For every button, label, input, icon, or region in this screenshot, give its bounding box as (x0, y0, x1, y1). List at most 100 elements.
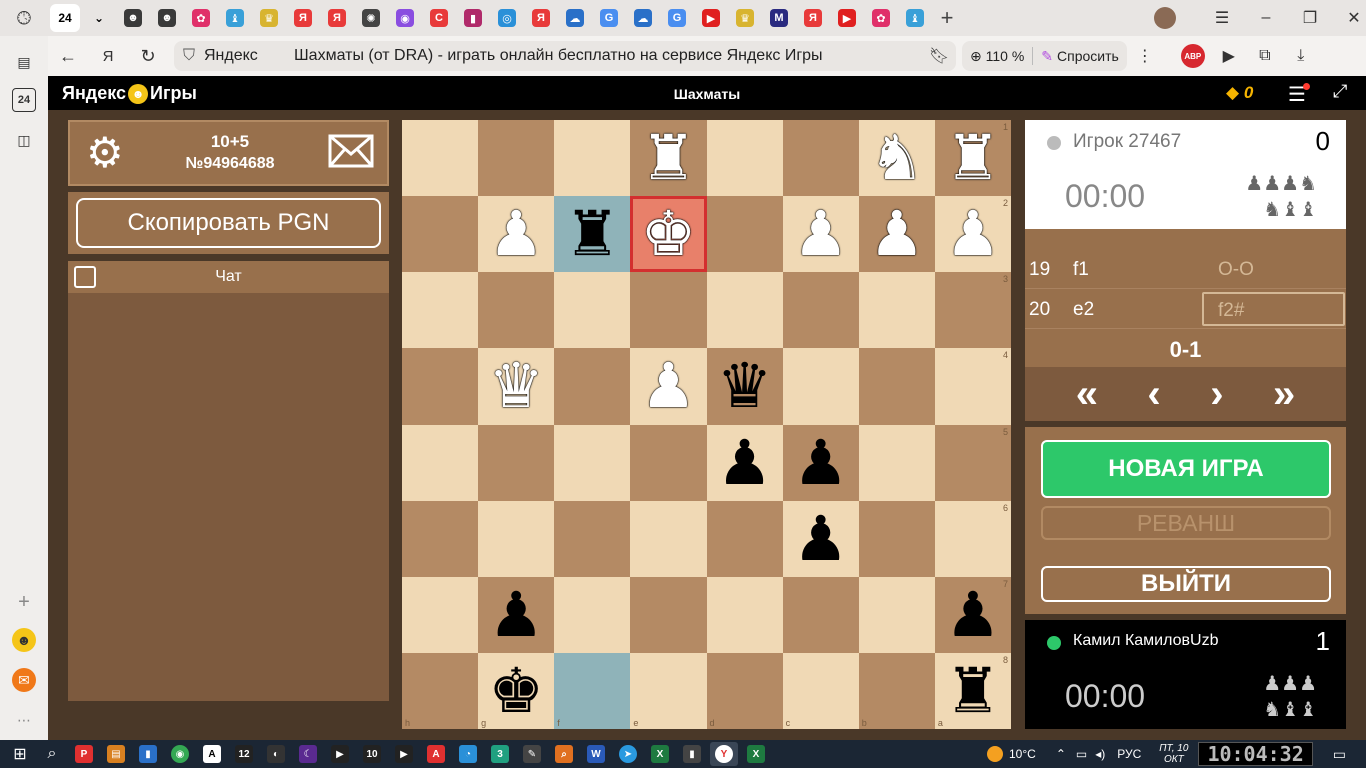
word-icon[interactable]: W (582, 742, 610, 766)
history-icon[interactable]: 🕓︎ (0, 0, 48, 36)
white-rook-icon[interactable]: ♜ (945, 127, 1001, 189)
app-icon[interactable]: ☾ (294, 742, 322, 766)
board-square[interactable]: 5 (934, 424, 1011, 501)
browser-tab[interactable]: ♝ (900, 4, 930, 32)
board-square[interactable]: 2 ♟ (934, 196, 1011, 273)
close-button[interactable]: ✕ (1332, 8, 1366, 28)
board-square[interactable] (554, 576, 631, 653)
chessboard[interactable]: ♜ ♞ 1 ♜ ♟ ♜ ♚ ♟ ♟ 2 ♟ 3 ♛ ♟ ♛ 4 ♟ ♟ 5 ♟ 6 ♟ 7 ♟ h g ♚ f e d c b 8 a ♜ (402, 120, 1011, 729)
app-icon[interactable]: ▮ (134, 742, 162, 766)
board-square[interactable]: 6 (934, 500, 1011, 577)
black-pawn-icon[interactable]: ♟ (793, 507, 849, 570)
board-square[interactable] (478, 120, 555, 197)
screenshot-icon[interactable]: ◫ (12, 128, 36, 152)
board-square[interactable]: e (630, 652, 707, 729)
bookmark-icon[interactable]: 🔖︎ (922, 46, 956, 66)
board-square[interactable] (402, 424, 479, 501)
board-square[interactable] (706, 576, 783, 653)
chrome-icon[interactable]: ◉ (166, 742, 194, 766)
new-game-button[interactable]: НОВАЯ ИГРА (1041, 440, 1331, 498)
board-square[interactable] (630, 272, 707, 349)
board-square[interactable] (554, 120, 631, 197)
board-square[interactable] (478, 424, 555, 501)
board-square[interactable] (554, 424, 631, 501)
black-king-icon[interactable]: ♚ (488, 659, 544, 722)
weather-widget[interactable]: 10°C (987, 746, 1036, 762)
board-square[interactable] (858, 348, 935, 425)
black-pawn-icon[interactable]: ♟ (945, 583, 1001, 646)
board-square[interactable] (402, 576, 479, 653)
board-square[interactable] (402, 348, 479, 425)
chat-checkbox[interactable] (74, 266, 96, 288)
collections-icon[interactable]: ▤ (12, 50, 36, 74)
excel-icon[interactable]: X (646, 742, 674, 766)
app-icon[interactable]: A (198, 742, 226, 766)
hamburger-menu-icon[interactable]: ☰ (1288, 82, 1310, 107)
board-square[interactable]: 7 ♟ (934, 576, 1011, 653)
more-icon[interactable]: ⋯ (12, 708, 36, 732)
chevron-up-icon[interactable]: ⌃ (1056, 747, 1066, 761)
add-panel-icon[interactable]: + (12, 590, 36, 614)
move-row[interactable]: 20 e2 f2# (1025, 289, 1346, 329)
board-square[interactable] (706, 500, 783, 577)
menu-icon[interactable]: ☰ (1200, 8, 1244, 28)
white-pawn-icon[interactable]: ♟ (869, 203, 925, 265)
browser-tab[interactable]: ▶ (696, 4, 726, 32)
board-square[interactable]: 4 (934, 348, 1011, 425)
board-square[interactable] (478, 500, 555, 577)
board-square[interactable] (554, 272, 631, 349)
tab-list-dropdown[interactable]: ⌄ (84, 4, 114, 32)
mail-icon[interactable]: ✉ (12, 668, 36, 692)
black-queen-icon[interactable]: ♛ (717, 355, 773, 417)
board-square[interactable]: 8 a ♜ (934, 652, 1011, 729)
excel-icon[interactable]: X (742, 742, 770, 766)
network-icon[interactable]: ▭ (1076, 747, 1087, 761)
board-square[interactable]: ♜ (630, 120, 707, 197)
board-square[interactable] (858, 500, 935, 577)
board-square[interactable]: ♛ (478, 348, 555, 425)
board-square[interactable] (782, 120, 859, 197)
board-square[interactable]: ♟ (478, 576, 555, 653)
browser-tab[interactable]: Я (526, 4, 556, 32)
board-square[interactable] (402, 272, 479, 349)
app-icon[interactable]: 12 (230, 742, 258, 766)
notifications-icon[interactable]: ▭ (1333, 746, 1346, 763)
app-icon[interactable]: A (422, 742, 450, 766)
browser-tab[interactable]: G (662, 4, 692, 32)
white-pawn-icon[interactable]: ♟ (488, 203, 544, 265)
windows-start-icon[interactable]: ⊞ (6, 742, 34, 766)
board-square[interactable]: ♟ (706, 424, 783, 501)
browser-tab[interactable]: G (594, 4, 624, 32)
app-icon[interactable]: ▶ (390, 742, 418, 766)
coins-counter[interactable]: ◆ 0 (1226, 83, 1253, 103)
board-square[interactable]: ♟ (478, 196, 555, 273)
browser-tab[interactable]: ✺ (356, 4, 386, 32)
board-square[interactable] (706, 272, 783, 349)
white-knight-icon[interactable]: ♞ (869, 127, 925, 189)
zoom-level[interactable]: 110 % (986, 48, 1025, 64)
games-icon[interactable]: ☻ (12, 628, 36, 652)
language-indicator[interactable]: РУС (1117, 747, 1141, 761)
black-rook-icon[interactable]: ♜ (565, 203, 621, 265)
app-icon[interactable]: 3 (486, 742, 514, 766)
browser-tab[interactable]: C (424, 4, 454, 32)
board-square[interactable]: h (402, 652, 479, 729)
last-move-button[interactable]: » (1273, 372, 1295, 417)
app-icon[interactable]: ⌕ (550, 742, 578, 766)
white-move[interactable]: e2 (1073, 299, 1094, 321)
board-square[interactable] (630, 424, 707, 501)
copy-pgn-button[interactable]: Скопировать PGN (76, 198, 381, 248)
yandex-browser-icon[interactable]: Y (710, 742, 738, 766)
shield-icon[interactable]: ⛉ (174, 47, 204, 65)
white-pawn-icon[interactable]: ♟ (793, 203, 849, 265)
browser-tab[interactable]: ✿ (866, 4, 896, 32)
board-square[interactable] (782, 576, 859, 653)
telegram-icon[interactable]: ➤ (614, 742, 642, 766)
board-square[interactable] (630, 576, 707, 653)
board-square[interactable] (858, 424, 935, 501)
board-square[interactable] (782, 272, 859, 349)
prev-move-button[interactable]: ‹ (1147, 372, 1160, 417)
board-square[interactable] (858, 576, 935, 653)
black-rook-icon[interactable]: ♜ (945, 659, 1001, 722)
black-move[interactable]: O-O (1218, 259, 1254, 281)
